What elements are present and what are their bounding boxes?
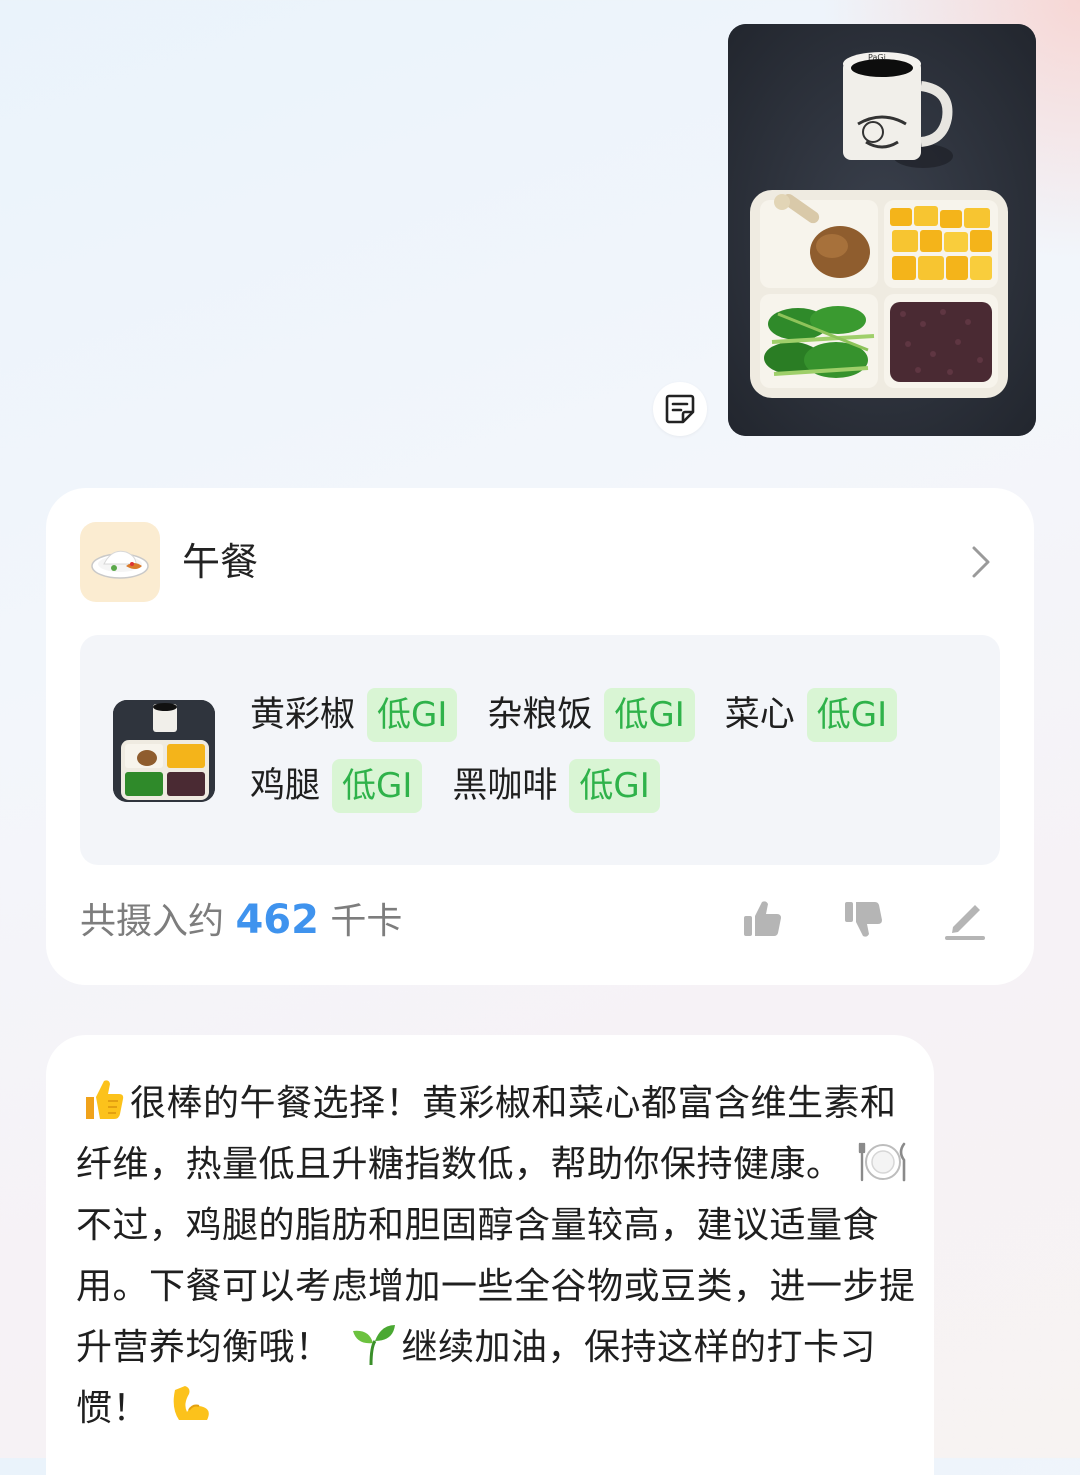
gi-badge: 低GI [569,759,660,813]
note-button[interactable] [653,382,707,436]
plate-cutlery-icon [859,1142,906,1182]
thumbs-down-button[interactable] [841,896,887,942]
food-tag-row-2: 鸡腿 低GI 黑咖啡 低GI [250,759,690,813]
gi-badge: 低GI [604,688,695,742]
food-name: 黑咖啡 [452,766,558,806]
calorie-unit: 千卡 [330,901,403,942]
gi-badge: 低GI [367,688,458,742]
pencil-icon [945,905,985,940]
food-name: 黄彩椒 [250,695,356,735]
food-name: 杂粮饭 [487,695,593,735]
thumbs-up-button[interactable] [740,896,786,942]
reply-paragraph-1: 很棒的午餐选择！黄彩椒和菜心都富含维生素和纤维，热量低且升糖指数低，帮助你保持健… [76,1083,897,1185]
flexed-biceps-icon [173,1386,209,1420]
meal-photo[interactable]: PaGi [728,24,1036,436]
thumbs-up-emoji-icon [86,1080,124,1119]
meal-record-card[interactable]: 午餐 黄彩椒 低GI 杂粮饭 低GI 菜心 低GI 鸡腿 低GI 黑咖啡 低GI… [46,488,1034,985]
rice-plate-icon [80,522,160,602]
edit-button[interactable] [942,896,988,942]
gi-badge: 低GI [806,688,898,742]
chevron-right-icon[interactable] [970,544,992,580]
food-list-panel: 黄彩椒 低GI 杂粮饭 低GI 菜心 低GI 鸡腿 低GI 黑咖啡 低GI [80,635,1000,865]
food-tag-row-1: 黄彩椒 低GI 杂粮饭 低GI 菜心 低GI [250,688,927,742]
calorie-prefix: 共摄入约 [80,901,225,942]
reply-text: 很棒的午餐选择！黄彩椒和菜心都富含维生素和纤维，热量低且升糖指数低，帮助你保持健… [76,1073,916,1439]
mug-logo-text: PaGi [868,53,886,62]
meal-title: 午餐 [182,540,259,584]
thumbs-down-icon [845,902,882,937]
food-name: 鸡腿 [250,766,321,806]
meal-card-header[interactable]: 午餐 [80,522,1000,602]
food-name: 菜心 [724,695,795,735]
seedling-icon [353,1325,396,1366]
gi-badge: 低GI [332,759,423,813]
note-icon [665,394,695,424]
calorie-value: 462 [235,897,319,943]
meal-thumbnail[interactable] [113,700,215,802]
assistant-reply-bubble: 很棒的午餐选择！黄彩椒和菜心都富含维生素和纤维，热量低且升糖指数低，帮助你保持健… [46,1035,934,1475]
thumbs-up-icon [744,901,781,936]
calorie-total: 共摄入约 462 千卡 [80,892,402,950]
